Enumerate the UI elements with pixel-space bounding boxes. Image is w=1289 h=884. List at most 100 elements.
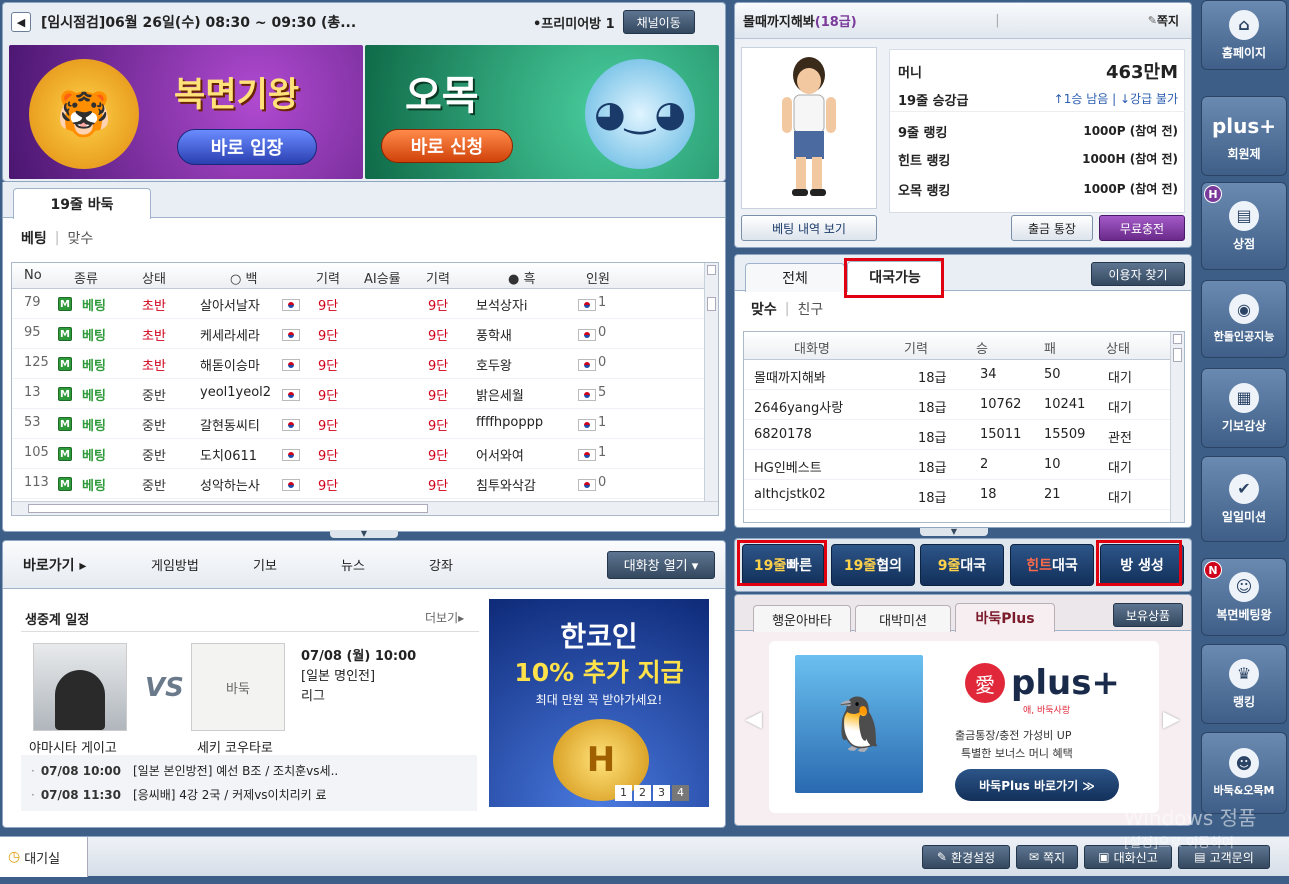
room-table-hscroll[interactable] (12, 501, 718, 515)
ad-page-4[interactable]: 4 (672, 785, 689, 801)
notice-text[interactable]: [임시점검]06월 26일(수) 08:30 ~ 09:30 (총... (41, 12, 401, 32)
room-cell-status: 초반 (142, 359, 166, 374)
col-wins[interactable]: 승 (976, 338, 988, 357)
scroll-thumb[interactable] (1173, 348, 1182, 362)
col-brank[interactable]: 기력 (426, 268, 450, 287)
sidebar-item-6[interactable]: ☺ 복면베팅왕 N (1201, 558, 1287, 636)
baduk-plus-go-button[interactable]: 바둑Plus 바로가기 ≫ (955, 769, 1119, 801)
memo-link[interactable]: 쪽지 (1157, 12, 1179, 29)
table-row[interactable]: 125 M 베팅 초반 해돋이승마 9단 9단 호두왕 0 (12, 349, 704, 379)
tab-available[interactable]: 대국가능 (847, 261, 943, 292)
link-kifu[interactable]: 기보 (253, 555, 341, 574)
tab-baduk-plus[interactable]: 바둑Plus (955, 603, 1055, 632)
subtab-rival[interactable]: 맞수 (67, 228, 93, 248)
sidebar-item-4[interactable]: ▦ 기보감상 (1201, 368, 1287, 448)
betting-history-button[interactable]: 베팅 내역 보기 (741, 215, 877, 241)
schedule-more-link[interactable]: 더보기▸ (425, 609, 464, 626)
m-badge-icon: M (58, 447, 72, 461)
scroll-up-icon[interactable] (707, 265, 716, 275)
ad-page-2[interactable]: 2 (634, 785, 651, 801)
player2-photo[interactable]: 바둑 (191, 643, 285, 731)
col-type[interactable]: 종류 (74, 268, 98, 287)
scroll-up-icon[interactable] (1173, 334, 1182, 344)
bank-button[interactable]: 출금 통장 (1011, 215, 1093, 241)
tab-all[interactable]: 전체 (745, 263, 845, 292)
table-row[interactable]: 79 M 베팅 초반 살아서날자 9단 9단 보석상자i 1 (12, 289, 704, 319)
list-item[interactable]: althcjstk02 18급 18 21 대기 (744, 480, 1170, 510)
col-user-rank[interactable]: 기력 (904, 338, 928, 357)
tab-lucky-avatar[interactable]: 행운아바타 (753, 605, 851, 632)
room-table-scrollbar[interactable] (704, 263, 718, 501)
schedule-item[interactable]: · 07/08 11:30 [응씨배] 4강 2국 / 커제vs이치리키 료 (31, 786, 327, 803)
list-item[interactable]: 6820178 18급 15011 15509 관전 (744, 420, 1170, 450)
list-item[interactable]: 2646yang사랑 18급 10762 10241 대기 (744, 390, 1170, 420)
subtab-betting[interactable]: 베팅 (21, 228, 47, 248)
col-username[interactable]: 대화명 (794, 338, 830, 357)
owned-items-button[interactable]: 보유상품 (1113, 603, 1183, 627)
room-list-panel: 19줄 바둑 베팅 | 맞수 No 종류 상태 ○ 백 기력 AI승률 기력 ●… (2, 182, 726, 532)
open-chat-button[interactable]: 대화창 열기 ▾ (607, 550, 715, 579)
sidebar-item-0[interactable]: ⌂ 홈페이지 (1201, 0, 1287, 70)
users-table-scrollbar[interactable] (1170, 332, 1184, 522)
col-state[interactable]: 상태 (1106, 338, 1130, 357)
schedule-item[interactable]: · 07/08 10:00 [일본 본인방전] 예선 B조 / 조치훈vs세.. (31, 762, 338, 779)
shop-prev-icon[interactable]: ◀ (745, 707, 762, 732)
left-splitter-icon[interactable]: ▼ (330, 530, 398, 538)
penguin-mascot-icon[interactable]: 🐧 (795, 655, 923, 793)
sidebar-item-1[interactable]: plus+ 회원제 (1201, 96, 1287, 176)
table-row[interactable]: 13 M 베팅 중반 yeol1yeol2 9단 9단 밝은세월 5 (12, 379, 704, 409)
list-item[interactable]: 몰때까지해봐 18급 34 50 대기 (744, 360, 1170, 390)
middle-splitter-icon[interactable]: ▼ (920, 528, 988, 536)
sidebar-item-2[interactable]: ▤ 상점 H (1201, 182, 1287, 270)
avatar[interactable] (741, 47, 877, 209)
shortcut-title[interactable]: 바로가기 ▸ (23, 555, 151, 575)
ad-page-1[interactable]: 1 (615, 785, 632, 801)
table-row[interactable]: 105 M 베팅 중반 도치0611 9단 9단 어서와여 1 (12, 439, 704, 469)
subtab-rival-users[interactable]: 맞수 (751, 299, 777, 319)
table-row[interactable]: 113 M 베팅 중반 성악하는사 9단 9단 침투와삭감 0 (12, 469, 704, 499)
col-losses[interactable]: 패 (1044, 338, 1056, 357)
hint-game-button[interactable]: 힌트 대국 (1010, 544, 1094, 586)
quick-19-button[interactable]: 19줄 빠른 (742, 544, 824, 586)
create-room-button[interactable]: 방 생성 (1100, 544, 1184, 586)
free-charge-button[interactable]: 무료충전 (1099, 215, 1185, 241)
table-row[interactable]: 53 M 베팅 중반 갈현동씨티 9단 9단 ffffhpoppp 1 (12, 409, 704, 439)
col-count[interactable]: 인원 (586, 268, 610, 287)
channel-move-button[interactable]: 채널이동 (622, 10, 695, 34)
sidebar-item-3[interactable]: ◉ 한돌인공지능 (1201, 280, 1287, 358)
negotiate-19-button[interactable]: 19줄 협의 (831, 544, 915, 586)
col-no[interactable]: No (24, 268, 42, 283)
settings-button[interactable]: ✎ 환경설정 (922, 845, 1010, 869)
game-9-button[interactable]: 9줄 대국 (920, 544, 1004, 586)
find-user-button[interactable]: 이용자 찾기 (1091, 262, 1185, 286)
hancoin-ad[interactable]: 한코인 10% 추가 지급 최대 만원 꼭 받아가세요! H 1 2 3 4 (489, 599, 709, 807)
col-white[interactable]: ○ 백 (230, 268, 257, 287)
memo-icon[interactable]: ✎ (1148, 14, 1157, 27)
shop-next-icon[interactable]: ▶ (1163, 707, 1180, 732)
col-status[interactable]: 상태 (142, 268, 166, 287)
profile-name[interactable]: 몰때까지해봐 (743, 11, 815, 30)
link-how-to-play[interactable]: 게임방법 (151, 555, 253, 574)
memo-button[interactable]: ✉ 쪽지 (1016, 845, 1078, 869)
apply-now-button[interactable]: 바로 신청 (381, 129, 513, 163)
tab-19-baduk[interactable]: 19줄 바둑 (13, 188, 151, 219)
sidebar-item-7[interactable]: ♛ 랭킹 (1201, 644, 1287, 724)
sidebar-item-5[interactable]: ✔ 일일미션 (1201, 456, 1287, 542)
list-item[interactable]: HG인베스트 18급 2 10 대기 (744, 450, 1170, 480)
tab-jackpot-mission[interactable]: 대박미션 (855, 605, 951, 632)
subtab-friends[interactable]: 친구 (797, 299, 823, 319)
speaker-icon[interactable]: ◀ (11, 12, 31, 32)
waiting-room-tab[interactable]: ◷ 대기실 (0, 837, 88, 877)
scroll-thumb[interactable] (707, 297, 716, 311)
enter-now-button[interactable]: 바로 입장 (177, 129, 317, 165)
banner-bokmyeon[interactable]: 🐯 복면기왕 바로 입장 (9, 45, 363, 179)
col-black[interactable]: ● 흑 (508, 268, 535, 287)
table-row[interactable]: 95 M 베팅 초반 케세라세라 9단 9단 풍학새 0 (12, 319, 704, 349)
player1-photo[interactable] (33, 643, 127, 731)
ad-page-3[interactable]: 3 (653, 785, 670, 801)
link-lecture[interactable]: 강좌 (429, 555, 607, 574)
col-wrank[interactable]: 기력 (316, 268, 340, 287)
link-news[interactable]: 뉴스 (341, 555, 429, 574)
banner-omok[interactable]: 오목 바로 신청 ◕‿◕ (365, 45, 719, 179)
col-ai[interactable]: AI승률 (364, 268, 401, 287)
